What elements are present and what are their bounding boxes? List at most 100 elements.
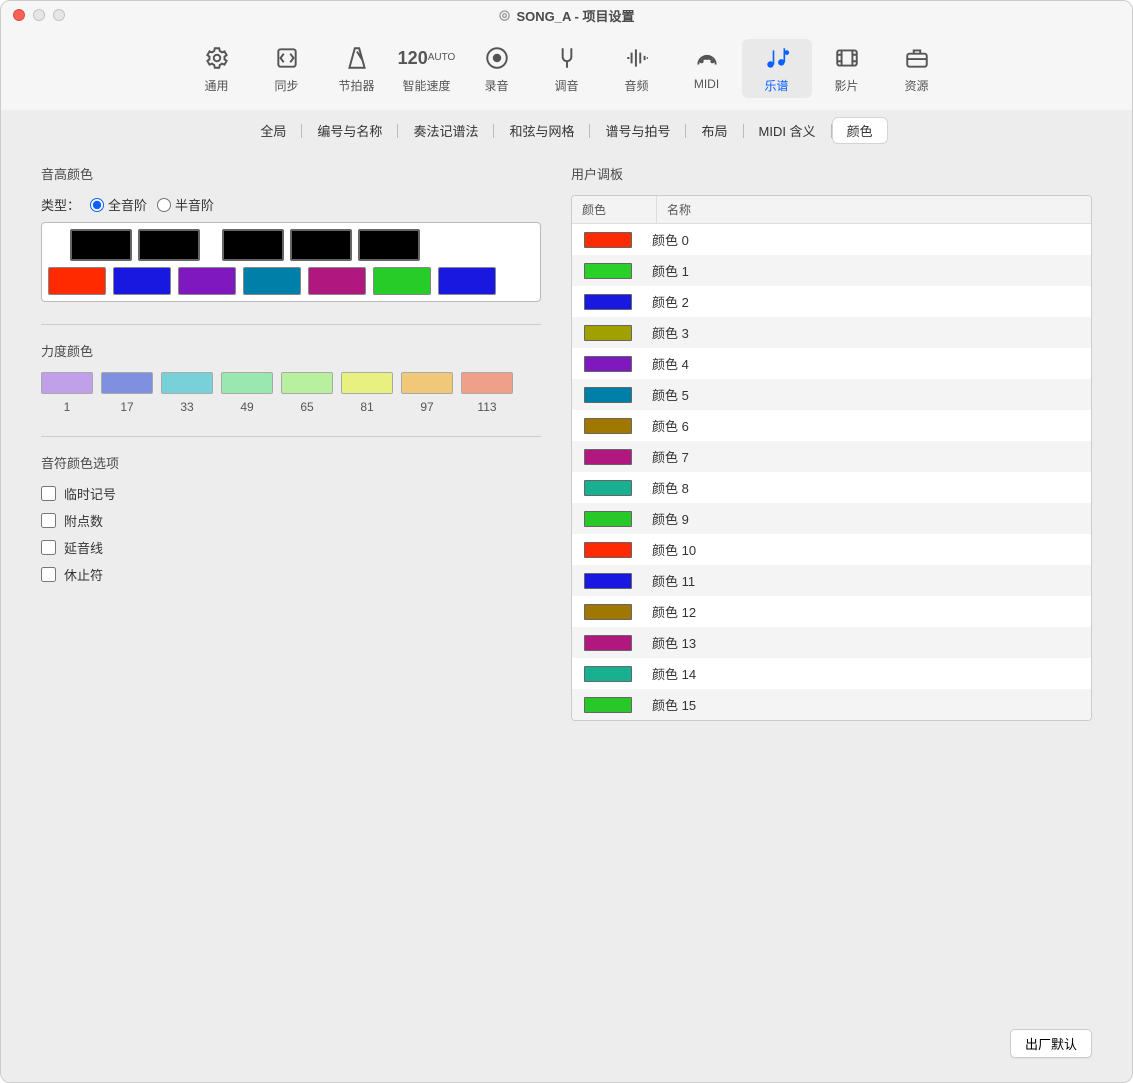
black-key[interactable]	[358, 229, 420, 261]
white-key[interactable]	[243, 267, 301, 295]
palette-swatch[interactable]	[584, 480, 632, 496]
palette-row[interactable]: 颜色 4	[572, 348, 1091, 379]
palette-row[interactable]: 颜色 6	[572, 410, 1091, 441]
metronome-icon	[344, 43, 370, 73]
tab-5[interactable]: 布局	[687, 118, 741, 143]
palette-row[interactable]: 颜色 2	[572, 286, 1091, 317]
palette-row[interactable]: 颜色 7	[572, 441, 1091, 472]
toolbar-smart-tempo[interactable]: 120AUTO 智能速度	[392, 39, 462, 98]
palette-name: 颜色 13	[652, 633, 696, 652]
toolbar-label: 录音	[484, 77, 508, 94]
palette-swatch[interactable]	[584, 418, 632, 434]
tab-0[interactable]: 全局	[246, 118, 300, 143]
velocity-swatch[interactable]	[401, 372, 453, 394]
toolbar-tuning[interactable]: 调音	[532, 39, 602, 98]
tab-1[interactable]: 编号与名称	[303, 118, 396, 143]
palette-swatch[interactable]	[584, 542, 632, 558]
smart-tempo-icon: 120AUTO	[398, 43, 456, 73]
toolbar-label: 节拍器	[338, 77, 374, 94]
black-key[interactable]	[138, 229, 200, 261]
velocity-swatch[interactable]	[461, 372, 513, 394]
palette-row[interactable]: 颜色 9	[572, 503, 1091, 534]
white-key[interactable]	[438, 267, 496, 295]
velocity-value: 65	[281, 400, 333, 414]
palette-row[interactable]: 颜色 1	[572, 255, 1091, 286]
palette-swatch[interactable]	[584, 232, 632, 248]
velocity-swatch[interactable]	[341, 372, 393, 394]
toolbar-label: 智能速度	[402, 77, 450, 94]
palette-swatch[interactable]	[584, 387, 632, 403]
tab-4[interactable]: 谱号与拍号	[591, 118, 684, 143]
black-key[interactable]	[290, 229, 352, 261]
toolbar-sync[interactable]: 同步	[252, 39, 322, 98]
toolbar-metronome[interactable]: 节拍器	[322, 39, 392, 98]
note-option[interactable]: 延音线	[41, 538, 541, 557]
palette-swatch[interactable]	[584, 573, 632, 589]
toolbar-record[interactable]: 录音	[462, 39, 532, 98]
palette-swatch[interactable]	[584, 325, 632, 341]
toolbar-assets[interactable]: 资源	[882, 39, 952, 98]
velocity-value: 17	[101, 400, 153, 414]
note-option[interactable]: 附点数	[41, 511, 541, 530]
palette-name: 颜色 11	[652, 571, 695, 590]
radio-diatonic[interactable]: 全音阶	[90, 195, 147, 214]
white-key[interactable]	[113, 267, 171, 295]
velocity-swatch[interactable]	[101, 372, 153, 394]
palette-row[interactable]: 颜色 10	[572, 534, 1091, 565]
toolbar-label: 调音	[554, 77, 578, 94]
white-key[interactable]	[308, 267, 366, 295]
velocity-value: 113	[461, 400, 513, 414]
palette-row[interactable]: 颜色 14	[572, 658, 1091, 689]
white-key[interactable]	[373, 267, 431, 295]
palette-swatch[interactable]	[584, 635, 632, 651]
palette-swatch[interactable]	[584, 356, 632, 372]
toolbar-label: 影片	[834, 77, 858, 94]
radio-chromatic[interactable]: 半音阶	[157, 195, 214, 214]
palette-swatch[interactable]	[584, 263, 632, 279]
palette-name: 颜色 1	[652, 261, 689, 280]
velocity-swatch[interactable]	[161, 372, 213, 394]
palette-row[interactable]: 颜色 0	[572, 224, 1091, 255]
palette-swatch[interactable]	[584, 511, 632, 527]
palette-row[interactable]: 颜色 12	[572, 596, 1091, 627]
film-icon	[834, 43, 860, 73]
velocity-swatch[interactable]	[221, 372, 273, 394]
palette-swatch[interactable]	[584, 697, 632, 713]
note-option[interactable]: 休止符	[41, 565, 541, 584]
palette-name: 颜色 9	[652, 509, 689, 528]
palette-swatch[interactable]	[584, 294, 632, 310]
white-key[interactable]	[48, 267, 106, 295]
toolbar-general[interactable]: 通用	[182, 39, 252, 98]
palette-swatch[interactable]	[584, 449, 632, 465]
palette-row[interactable]: 颜色 13	[572, 627, 1091, 658]
white-key[interactable]	[178, 267, 236, 295]
palette-row[interactable]: 颜色 5	[572, 379, 1091, 410]
tab-6[interactable]: MIDI 含义	[745, 118, 830, 143]
black-key[interactable]	[70, 229, 132, 261]
waveform-icon	[624, 43, 650, 73]
pitch-keyboard[interactable]	[41, 222, 541, 302]
tab-3[interactable]: 和弦与网格	[495, 118, 588, 143]
palette-row[interactable]: 颜色 15	[572, 689, 1091, 720]
palette-row[interactable]: 颜色 8	[572, 472, 1091, 503]
palette-name: 颜色 10	[652, 540, 696, 559]
tab-7[interactable]: 颜色	[833, 118, 887, 143]
note-option[interactable]: 临时记号	[41, 484, 541, 503]
column-name[interactable]: 名称	[657, 196, 1091, 223]
palette-swatch[interactable]	[584, 604, 632, 620]
pitch-color-heading: 音高颜色	[41, 164, 541, 183]
velocity-swatch[interactable]	[281, 372, 333, 394]
toolbar-midi[interactable]: MIDI	[672, 39, 742, 98]
palette-swatch[interactable]	[584, 666, 632, 682]
toolbar-score[interactable]: 乐谱	[742, 39, 812, 98]
tab-2[interactable]: 奏法记谱法	[399, 118, 492, 143]
column-color[interactable]: 颜色	[572, 196, 657, 223]
factory-default-button[interactable]: 出厂默认	[1010, 1029, 1092, 1058]
velocity-swatch[interactable]	[41, 372, 93, 394]
palette-row[interactable]: 颜色 3	[572, 317, 1091, 348]
toolbar-movie[interactable]: 影片	[812, 39, 882, 98]
palette-row[interactable]: 颜色 11	[572, 565, 1091, 596]
toolbar-audio[interactable]: 音频	[602, 39, 672, 98]
black-key[interactable]	[222, 229, 284, 261]
toolbar-label: MIDI	[694, 77, 719, 91]
